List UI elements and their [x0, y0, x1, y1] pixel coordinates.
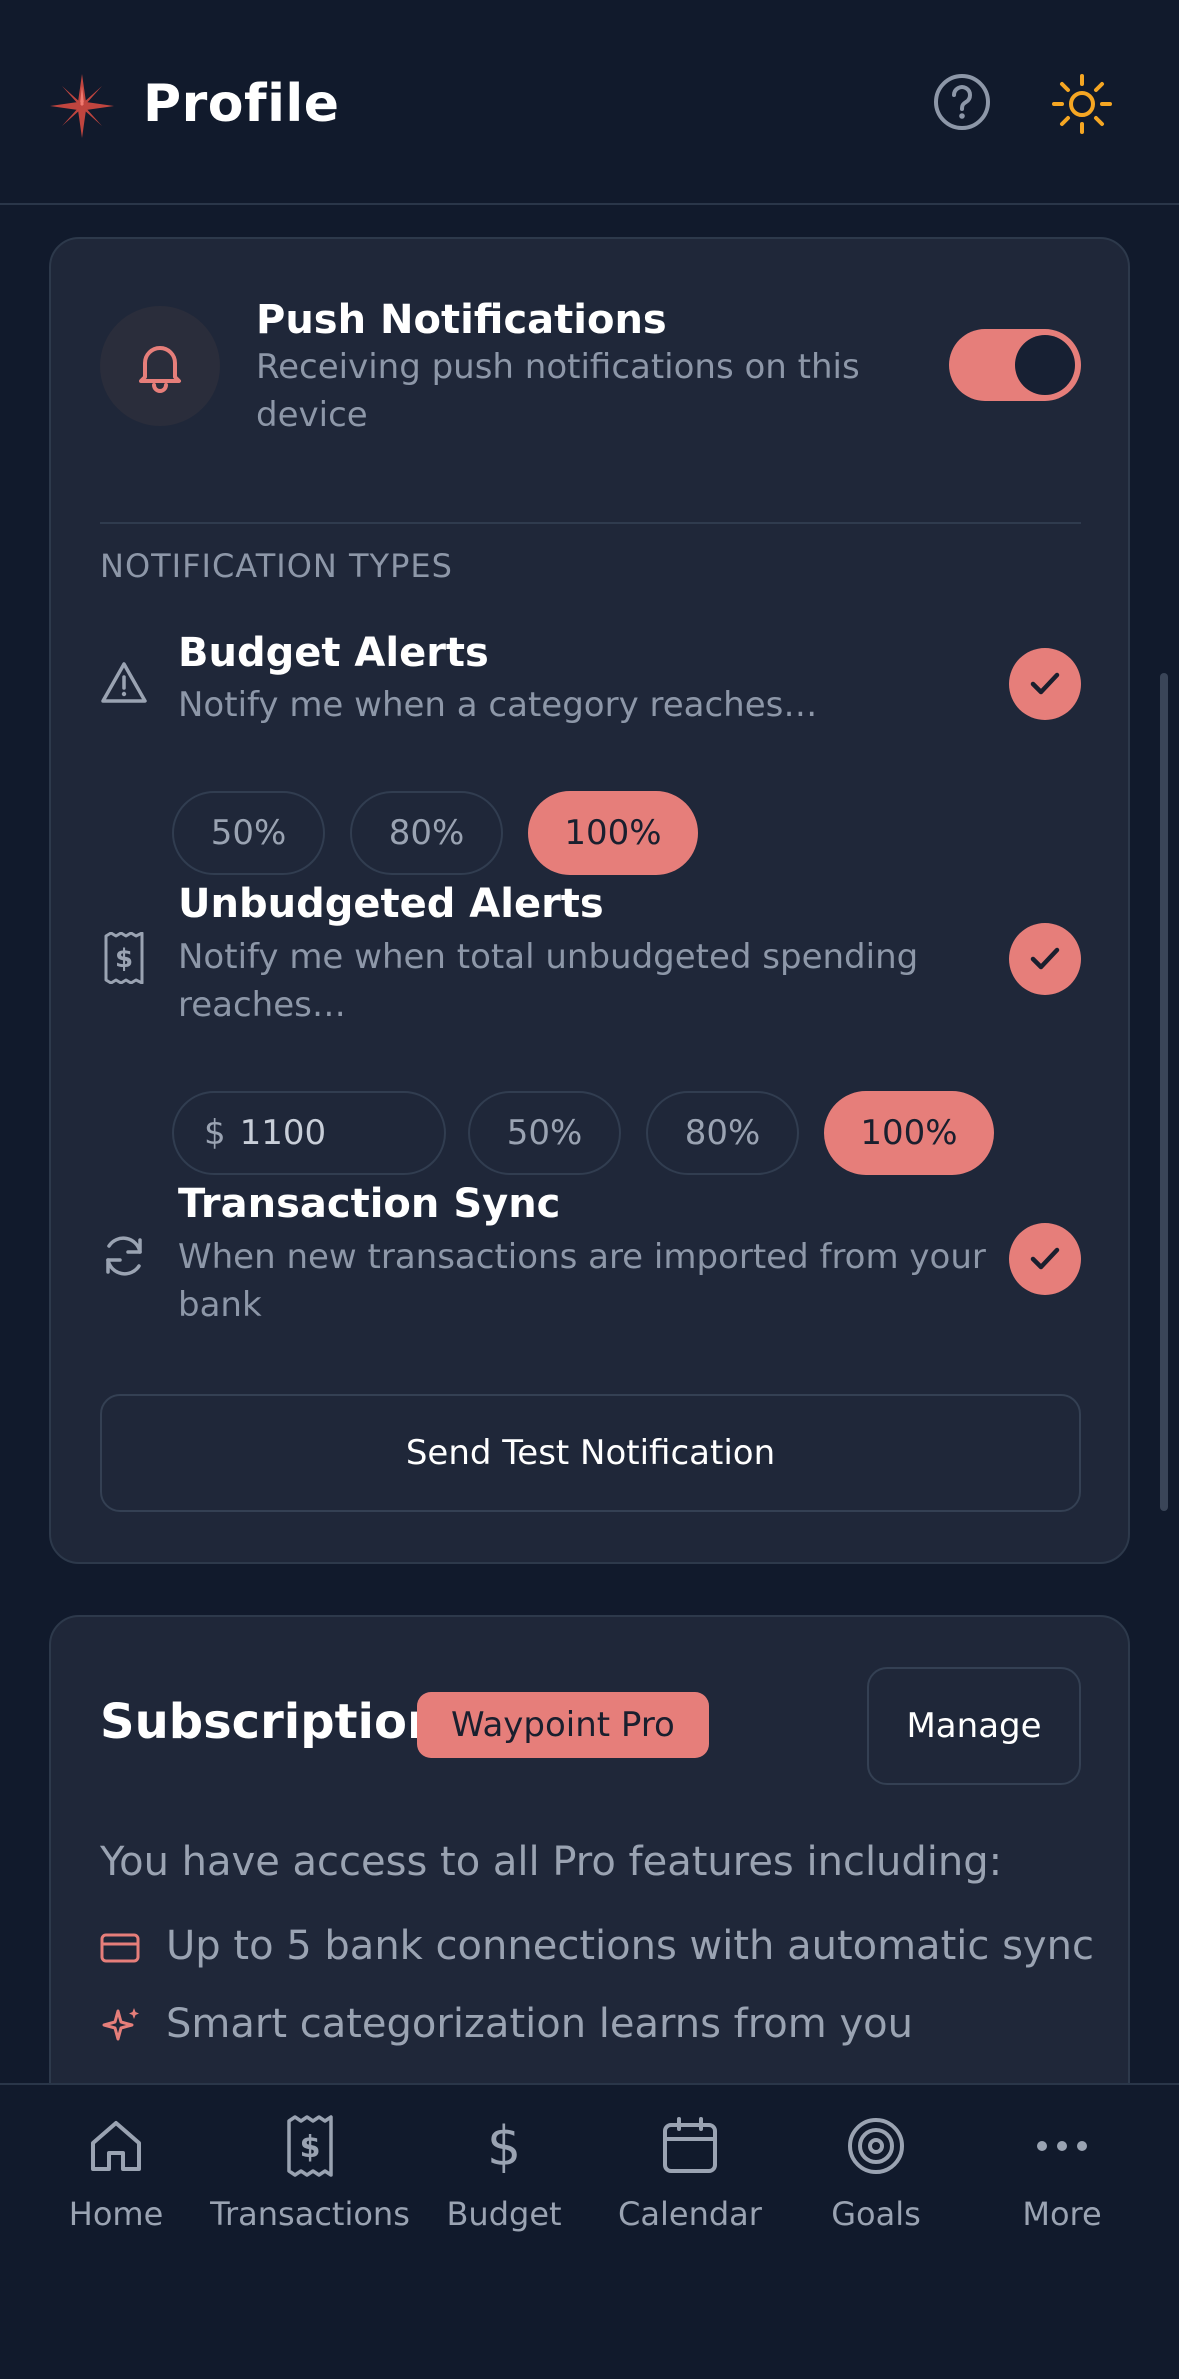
- nav-label: Transactions: [210, 2195, 410, 2233]
- nav-item-home[interactable]: Home: [23, 2115, 209, 2255]
- subscription-card: Subscription Waypoint Pro Manage You hav…: [49, 1615, 1130, 2083]
- unbudgeted-chip-100[interactable]: 100%: [824, 1091, 994, 1175]
- budget-chip-50[interactable]: 50%: [172, 791, 325, 875]
- unbudgeted-amount-input[interactable]: $ 1100: [172, 1091, 446, 1175]
- receipt-icon: $: [104, 932, 144, 984]
- divider: [100, 522, 1081, 524]
- budget-chip-80[interactable]: 80%: [350, 791, 503, 875]
- notifications-card: Push Notifications Receiving push notifi…: [49, 237, 1130, 1564]
- subscription-description: You have access to all Pro features incl…: [100, 1839, 1003, 1885]
- header: Profile: [0, 0, 1179, 205]
- transaction-sync-title: Transaction Sync: [178, 1181, 561, 1227]
- nav-label: Budget: [446, 2195, 562, 2233]
- dollar-icon: $: [487, 2115, 521, 2177]
- unbudgeted-chip-80[interactable]: 80%: [646, 1091, 799, 1175]
- push-description-line1: Receiving push notifications on this: [256, 347, 860, 387]
- nav-item-calendar[interactable]: Calendar: [597, 2115, 783, 2255]
- sparkles-icon: [102, 2008, 139, 2041]
- transaction-sync-description-line1: When new transactions are imported from …: [178, 1237, 986, 1277]
- budget-chip-100[interactable]: 100%: [528, 791, 698, 875]
- more-dots-icon: [1037, 2141, 1087, 2151]
- plan-badge: Waypoint Pro: [417, 1692, 709, 1758]
- nav-label: Goals: [831, 2195, 921, 2233]
- feature-item: Up to 5 bank connections with automatic …: [166, 1923, 1094, 1969]
- svg-text:$: $: [487, 2115, 521, 2177]
- content-scroll[interactable]: Push Notifications Receiving push notifi…: [0, 207, 1179, 2083]
- nav-item-goals[interactable]: Goals: [783, 2115, 969, 2255]
- amount-value: 1100: [239, 1113, 327, 1153]
- budget-alerts-description: Notify me when a category reaches…: [178, 685, 818, 725]
- unbudgeted-alerts-description-line1: Notify me when total unbudgeted spending: [178, 937, 919, 977]
- nav-label: Calendar: [618, 2195, 762, 2233]
- push-description-line2: device: [256, 395, 368, 435]
- toggle-knob: [1015, 335, 1075, 395]
- transaction-sync-description-line2: bank: [178, 1285, 262, 1325]
- compass-star-icon: [50, 74, 114, 138]
- push-toggle[interactable]: [949, 329, 1081, 401]
- subscription-title: Subscription: [100, 1694, 442, 1750]
- sun-icon[interactable]: [1048, 70, 1116, 138]
- transaction-sync-checkbox[interactable]: [1009, 1223, 1081, 1295]
- bottom-nav: Home $ Transactions $ Budget Calendar Go…: [0, 2083, 1179, 2379]
- app-root: Profile Push Notifications Receiving pus…: [0, 0, 1179, 2379]
- unbudgeted-chip-50[interactable]: 50%: [468, 1091, 621, 1175]
- unbudgeted-alerts-checkbox[interactable]: [1009, 923, 1081, 995]
- notification-types-label: NOTIFICATION TYPES: [100, 547, 453, 585]
- send-test-notification-button[interactable]: Send Test Notification: [100, 1394, 1081, 1512]
- bell-icon: [139, 346, 181, 393]
- check-icon: [1030, 1247, 1060, 1270]
- feature-item: Smart categorization learns from you: [166, 2001, 913, 2047]
- budget-alerts-checkbox[interactable]: [1009, 648, 1081, 720]
- check-icon: [1030, 947, 1060, 970]
- manage-button[interactable]: Manage: [867, 1667, 1081, 1785]
- bell-icon-wrap: [100, 306, 220, 426]
- page-title: Profile: [143, 74, 340, 134]
- warning-triangle-icon: [101, 662, 147, 703]
- currency-symbol: $: [204, 1113, 226, 1153]
- nav-item-transactions[interactable]: $ Transactions: [210, 2115, 410, 2255]
- receipt-icon: $: [287, 2115, 333, 2177]
- nav-item-more[interactable]: More: [969, 2115, 1155, 2255]
- help-circle-icon[interactable]: [930, 70, 994, 134]
- nav-label: More: [1022, 2195, 1102, 2233]
- home-icon: [91, 2121, 141, 2171]
- svg-text:$: $: [300, 2130, 321, 2165]
- credit-card-icon: [100, 1933, 140, 1963]
- scrollbar[interactable]: [1160, 673, 1168, 1511]
- push-title: Push Notifications: [256, 297, 667, 343]
- target-icon: [848, 2118, 904, 2174]
- unbudgeted-alerts-title: Unbudgeted Alerts: [178, 881, 604, 927]
- sync-icon: [106, 1236, 142, 1276]
- unbudgeted-alerts-description-line2: reaches…: [178, 985, 346, 1025]
- budget-alerts-title: Budget Alerts: [178, 630, 489, 676]
- nav-label: Home: [68, 2195, 164, 2233]
- check-icon: [1030, 672, 1060, 695]
- nav-item-budget[interactable]: $ Budget: [411, 2115, 597, 2255]
- svg-text:$: $: [115, 944, 133, 974]
- calendar-icon: [663, 2117, 717, 2173]
